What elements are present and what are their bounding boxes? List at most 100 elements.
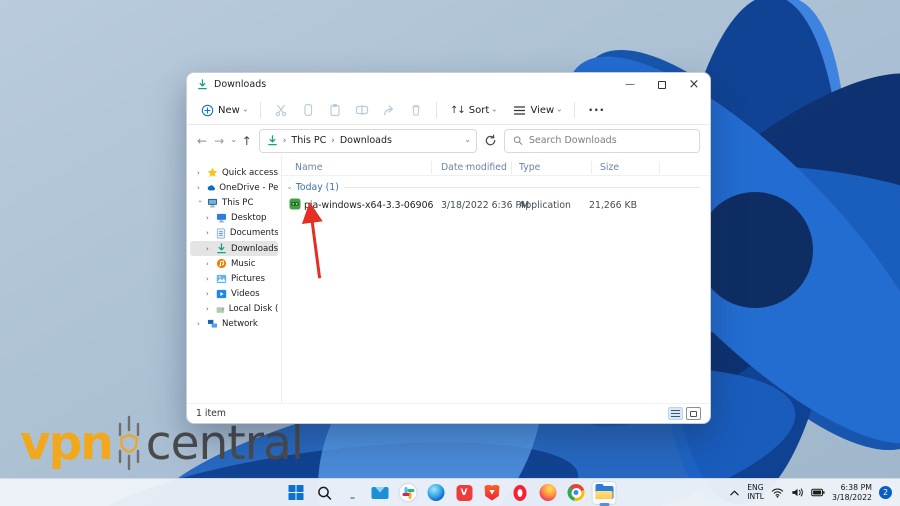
chevron-right-icon[interactable]: › <box>206 260 212 268</box>
taskbar-chrome-button[interactable] <box>564 481 589 505</box>
sidebar-item-this-pc[interactable]: › This PC <box>190 195 278 210</box>
new-button[interactable]: New › <box>197 101 251 120</box>
file-explorer-icon <box>595 484 613 499</box>
navigation-bar: ← → › ↑ › This PC › Downloads › <box>187 125 710 156</box>
mail-icon <box>371 486 389 499</box>
share-icon[interactable] <box>382 103 396 117</box>
chevron-right-icon[interactable]: › <box>206 275 212 283</box>
group-collapse-icon[interactable]: › <box>285 186 293 189</box>
copy-icon[interactable] <box>301 103 315 117</box>
taskbar-vivaldi-button[interactable]: V <box>452 481 477 505</box>
sidebar-item-videos[interactable]: › Videos <box>190 287 278 302</box>
status-bar: 1 item <box>187 403 710 423</box>
paste-icon[interactable] <box>328 103 342 117</box>
view-button[interactable]: View › <box>509 102 565 119</box>
search-input[interactable] <box>528 135 691 146</box>
rename-icon[interactable] <box>355 103 369 117</box>
navigation-pane: › Quick access › OneDrive - Personal › <box>187 156 282 403</box>
forward-button[interactable]: → <box>214 134 224 148</box>
chevron-right-icon[interactable]: › <box>197 320 203 328</box>
notification-badge[interactable]: 2 <box>879 486 892 499</box>
video-icon <box>216 290 227 299</box>
new-plus-icon <box>201 104 214 116</box>
taskbar: V ENG INTL 6:38 PM 3/18/2022 2 <box>0 478 900 506</box>
sidebar-item-local-disk[interactable]: › Local Disk (C:) <box>190 302 278 317</box>
cut-icon[interactable] <box>274 103 288 117</box>
file-list: Name › Date modified Type Size › Today (… <box>282 156 710 403</box>
minimize-button[interactable]: — <box>614 73 646 96</box>
column-date-modified[interactable]: Date modified <box>441 162 507 173</box>
recent-locations-button[interactable]: › <box>228 139 238 143</box>
refresh-button[interactable] <box>484 134 497 147</box>
group-divider <box>343 187 700 188</box>
chevron-right-icon[interactable]: › <box>197 184 203 192</box>
taskbar-slack-button[interactable] <box>396 481 421 505</box>
file-name[interactable]: pia-windows-x64-3.3-06906 <box>304 200 433 211</box>
taskbar-brave-button[interactable] <box>480 481 505 505</box>
music-icon <box>216 259 227 269</box>
clock[interactable]: 6:38 PM 3/18/2022 <box>832 483 872 502</box>
close-button[interactable]: × <box>678 73 710 96</box>
chevron-right-icon[interactable]: › <box>206 214 212 222</box>
view-label: View <box>530 104 555 116</box>
large-icons-view-toggle[interactable] <box>686 407 701 420</box>
breadcrumb-downloads[interactable]: Downloads <box>340 135 392 146</box>
sidebar-item-music[interactable]: › Music <box>190 256 278 271</box>
sidebar-item-desktop[interactable]: › Desktop <box>190 211 278 226</box>
start-button[interactable] <box>284 481 309 505</box>
sidebar-item-network[interactable]: › Network <box>190 317 278 332</box>
column-type[interactable]: Type <box>519 162 540 173</box>
taskbar-this-pc-button[interactable] <box>340 481 365 505</box>
taskbar-mail-button[interactable] <box>368 481 393 505</box>
sidebar-item-onedrive[interactable]: › OneDrive - Personal <box>190 180 278 195</box>
maximize-button[interactable] <box>646 73 678 96</box>
chevron-right-icon[interactable]: › <box>206 290 212 298</box>
address-dropdown-button[interactable]: › <box>462 139 472 143</box>
chevron-right-icon[interactable]: › <box>206 245 212 253</box>
cloud-icon <box>207 185 215 191</box>
breadcrumb-this-pc[interactable]: This PC <box>291 135 326 146</box>
sidebar-item-documents[interactable]: › Documents <box>190 226 278 241</box>
vivaldi-icon: V <box>456 484 472 501</box>
chevron-right-icon[interactable]: › <box>206 229 212 237</box>
up-button[interactable]: ↑ <box>242 134 252 148</box>
chrome-icon <box>567 484 585 501</box>
breadcrumb-separator: › <box>331 135 335 146</box>
chevron-right-icon[interactable]: › <box>197 169 203 177</box>
monitor-icon <box>344 486 361 499</box>
address-bar[interactable]: › This PC › Downloads › <box>258 128 477 153</box>
file-size: 21,266 KB <box>589 200 637 211</box>
group-header-today[interactable]: › Today (1) <box>285 182 710 193</box>
delete-icon[interactable] <box>409 103 423 117</box>
search-box[interactable] <box>503 128 700 153</box>
back-button[interactable]: ← <box>197 134 207 148</box>
wifi-icon[interactable] <box>771 487 784 498</box>
taskbar-search-button[interactable] <box>312 481 337 505</box>
download-icon <box>217 243 226 254</box>
file-row-pia-installer[interactable]: pia-windows-x64-3.3-06906 3/18/2022 6:36… <box>282 196 710 216</box>
more-options-button[interactable]: ··· <box>584 100 609 120</box>
column-name[interactable]: Name <box>295 162 322 173</box>
column-size[interactable]: Size <box>600 162 619 173</box>
taskbar-edge-button[interactable] <box>424 481 449 505</box>
sort-button[interactable]: ↑↓ Sort › <box>446 102 500 119</box>
language-indicator[interactable]: ENG INTL <box>747 483 764 501</box>
sidebar-item-quick-access[interactable]: › Quick access <box>190 165 278 180</box>
new-label: New <box>218 104 240 116</box>
taskbar-firefox-button[interactable] <box>536 481 561 505</box>
sidebar-item-downloads[interactable]: › Downloads <box>190 240 278 257</box>
disk-drive-icon <box>216 307 225 313</box>
downloads-crumb-icon <box>267 135 277 146</box>
logo-shield-icon <box>116 414 142 472</box>
taskbar-file-explorer-button[interactable] <box>591 480 617 505</box>
sidebar-item-pictures[interactable]: › Pictures <box>190 271 278 286</box>
details-view-toggle[interactable] <box>668 407 683 420</box>
chevron-down-icon[interactable]: › <box>196 200 204 206</box>
pia-app-icon <box>289 198 301 210</box>
battery-icon[interactable] <box>811 488 825 497</box>
taskbar-opera-button[interactable] <box>508 481 533 505</box>
network-icon <box>207 320 218 329</box>
volume-icon[interactable] <box>791 487 804 498</box>
hidden-icons-chevron[interactable] <box>729 489 740 497</box>
chevron-right-icon[interactable]: › <box>206 305 212 313</box>
